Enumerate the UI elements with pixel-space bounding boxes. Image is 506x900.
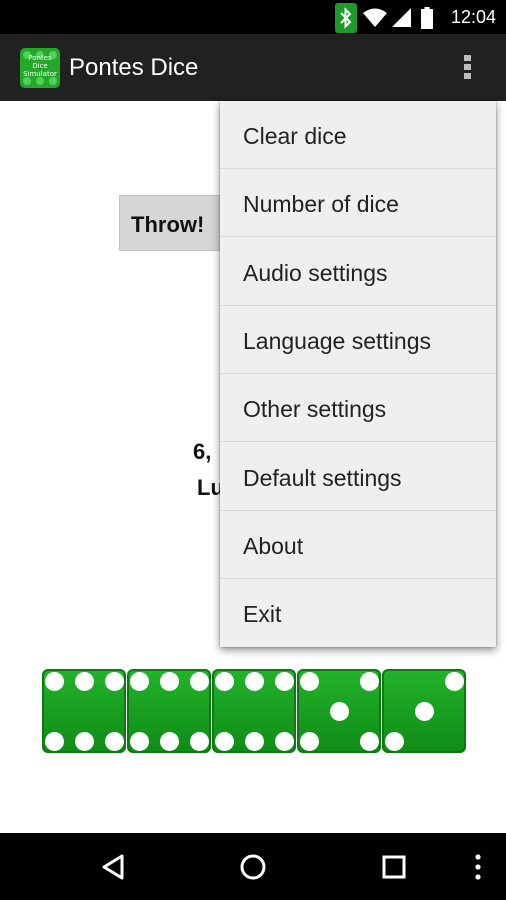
home-icon[interactable] [239,853,267,881]
die-pip [129,671,149,691]
die-pip [159,671,179,691]
die-pip [104,731,124,751]
die-pip [44,671,64,691]
menu-item-audio-settings[interactable]: Audio settings [220,238,496,306]
logo-text-line: Pontes [28,54,52,62]
die[interactable] [212,669,296,753]
die-pip [414,701,434,721]
menu-item-about[interactable]: About [220,511,496,579]
die-pip [329,701,349,721]
logo-text: Pontes Dice Simulator [20,54,60,78]
die-pip [274,731,294,751]
menu-item-language-settings[interactable]: Language settings [220,306,496,374]
die-pip [359,731,379,751]
result-text: 6, [193,439,212,464]
die-pip [274,671,294,691]
action-bar: Pontes Dice Simulator Pontes Dice [0,34,506,101]
die-pip [299,731,319,751]
die-pip [189,671,209,691]
die-pip [104,671,124,691]
die-pip [244,731,264,751]
die-pip [444,671,464,691]
overflow-menu: Clear dice Number of dice Audio settings… [220,101,496,647]
status-time: 12:04 [450,7,496,27]
battery-icon [421,7,433,29]
more-vert-icon[interactable] [458,50,478,84]
menu-item-number-of-dice[interactable]: Number of dice [220,169,496,237]
more-vert-icon[interactable] [470,852,486,882]
die-pip [384,731,404,751]
dice-row [42,669,466,753]
app-title: Pontes Dice [69,54,199,81]
die[interactable] [127,669,211,753]
status-bar: 12:04 [0,0,506,34]
wifi-icon [363,8,387,27]
die-pip [74,671,94,691]
die-pip [74,731,94,751]
die-pip [129,731,149,751]
recents-icon[interactable] [381,854,407,880]
bluetooth-icon [335,3,357,33]
die-pip [44,731,64,751]
app-logo: Pontes Dice Simulator [20,48,60,88]
die-pip [359,671,379,691]
die-pip [214,671,234,691]
die-pip [299,671,319,691]
logo-text-line: Simulator [23,70,57,78]
menu-item-clear-dice[interactable]: Clear dice [220,101,496,169]
menu-item-other-settings[interactable]: Other settings [220,374,496,442]
die-pip [244,671,264,691]
throw-button[interactable]: Throw! [119,195,229,251]
die-pip [214,731,234,751]
menu-item-exit[interactable]: Exit [220,579,496,647]
menu-item-default-settings[interactable]: Default settings [220,443,496,511]
die-pip [159,731,179,751]
back-icon[interactable] [100,853,126,881]
signal-icon [392,8,411,27]
die[interactable] [42,669,126,753]
die-pip [189,731,209,751]
logo-text-line: Dice [32,62,48,70]
die[interactable] [297,669,381,753]
die[interactable] [382,669,466,753]
navigation-bar [0,833,506,900]
